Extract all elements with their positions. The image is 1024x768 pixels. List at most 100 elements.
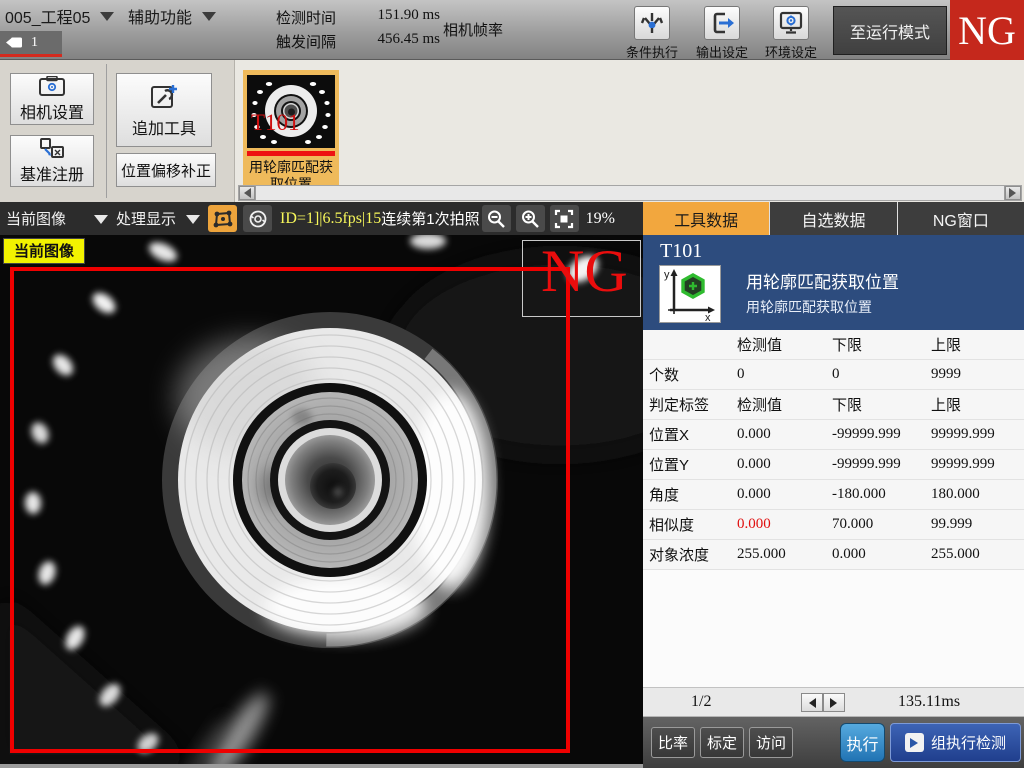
display-mode-select[interactable]: 处理显示 bbox=[116, 208, 176, 229]
tool-card-T101[interactable]: T101 用轮廓匹配获 取位置 bbox=[243, 70, 339, 186]
tool-setup-bar: 相机设置 基准注册 追加工具 位置偏移补正 bbox=[0, 60, 1024, 202]
detection-region-rect[interactable] bbox=[10, 267, 570, 753]
reference-register-label: 基准注册 bbox=[20, 161, 84, 185]
image-tag-label: 当前图像 bbox=[3, 238, 85, 264]
camera-tab-1[interactable]: 1 bbox=[0, 31, 62, 57]
trigger-interval-label: 触发间隔 bbox=[276, 31, 348, 52]
image-viewer[interactable]: 当前图像 NG bbox=[0, 235, 643, 764]
svg-text:x: x bbox=[705, 312, 711, 322]
prev-page-icon[interactable] bbox=[801, 693, 823, 712]
calibrate-button[interactable]: 标定 bbox=[700, 727, 744, 758]
page-indicator: 1/2 bbox=[691, 693, 711, 711]
status-badge: NG bbox=[950, 0, 1024, 60]
run-mode-button[interactable]: 至运行模式 bbox=[833, 6, 947, 55]
svg-text:y: y bbox=[664, 269, 670, 281]
program-menu-label: 005_工程05 bbox=[5, 4, 90, 28]
panel-footer: 比率 标定 访问 执行 组执行检测 bbox=[643, 717, 1024, 768]
tab-tool-data[interactable]: 工具数据 bbox=[643, 202, 769, 235]
access-button[interactable]: 访问 bbox=[749, 727, 793, 758]
top-bar: 005_工程05 辅助功能 1 检测时间 151.90 ms 触发间隔 456.… bbox=[0, 0, 1024, 60]
reference-register-icon bbox=[39, 138, 65, 158]
detect-time-value: 151.90 ms bbox=[348, 7, 440, 28]
tool-thumb-id: T101 bbox=[251, 110, 300, 136]
col-lower-limit: 下限 bbox=[832, 334, 931, 355]
trigger-interval-value: 456.45 ms bbox=[348, 31, 440, 52]
table-row: 相似度 0.000 70.000 99.999 bbox=[643, 510, 1024, 540]
tool-data-table: 检测值 下限 上限 个数 0 0 9999 判定标签 检测值 下限 上限 位置X… bbox=[643, 330, 1024, 570]
fit-screen-icon[interactable] bbox=[550, 205, 579, 232]
camera-gear-icon bbox=[39, 76, 65, 96]
video-camera-icon bbox=[6, 36, 26, 49]
table-row: 对象浓度 255.000 0.000 255.000 bbox=[643, 540, 1024, 570]
reference-register-button[interactable]: 基准注册 bbox=[10, 135, 94, 187]
capture-id-info: ID=1]|6.5fps|15 bbox=[280, 210, 381, 228]
group-execute-button[interactable]: 组执行检测 bbox=[890, 723, 1021, 762]
camera-settings-button[interactable]: 相机设置 bbox=[10, 73, 94, 125]
condition-execute-icon bbox=[634, 6, 670, 40]
add-tool-icon bbox=[149, 82, 179, 112]
add-tool-label: 追加工具 bbox=[132, 115, 196, 139]
continuous-capture-icon[interactable] bbox=[243, 205, 272, 232]
condition-execute-label: 条件执行 bbox=[624, 42, 680, 61]
ratio-button[interactable]: 比率 bbox=[651, 727, 695, 758]
viewer-bottom-strip bbox=[0, 764, 643, 768]
next-page-icon[interactable] bbox=[823, 693, 845, 712]
tool-title: 用轮廓匹配获取位置 bbox=[746, 268, 899, 293]
chevron-down-icon[interactable] bbox=[94, 215, 108, 231]
image-toolbar: 当前图像 处理显示 ID=1]|6.5fps|15 连续第1次拍照 bbox=[0, 202, 643, 235]
scrollbar-thumb[interactable] bbox=[255, 186, 1005, 200]
pagination-bar: 1/2 135.11ms bbox=[643, 687, 1024, 717]
add-tool-button[interactable]: 追加工具 bbox=[116, 73, 212, 147]
camera-settings-label: 相机设置 bbox=[20, 99, 84, 123]
output-settings-button[interactable]: 输出设定 bbox=[694, 6, 750, 61]
environment-settings-button[interactable]: 环境设定 bbox=[763, 6, 819, 61]
scroll-left-icon[interactable] bbox=[239, 186, 255, 200]
zoom-in-icon[interactable] bbox=[516, 205, 545, 232]
scroll-right-icon[interactable] bbox=[1005, 186, 1021, 200]
ng-overlay-text: NG bbox=[541, 235, 628, 307]
position-offset-button[interactable]: 位置偏移补正 bbox=[116, 153, 216, 187]
program-menu[interactable]: 005_工程05 bbox=[5, 4, 114, 28]
table-row: 判定标签 检测值 下限 上限 bbox=[643, 390, 1024, 420]
tool-header: T101 y x 用轮廓匹配获取位置 用轮廓匹配获取位置 bbox=[643, 235, 1024, 330]
camera-tab-label: 1 bbox=[31, 35, 38, 51]
group-execute-label: 组执行检测 bbox=[931, 732, 1006, 753]
tab-ng-window[interactable]: NG窗口 bbox=[897, 202, 1024, 235]
detect-time-label: 检测时间 bbox=[276, 7, 348, 28]
condition-execute-button[interactable]: 条件执行 bbox=[624, 6, 680, 61]
chevron-down-icon bbox=[202, 12, 216, 28]
col-detect-value: 检测值 bbox=[737, 334, 832, 355]
tab-custom-data[interactable]: 自选数据 bbox=[769, 202, 896, 235]
tool-subtitle: 用轮廓匹配获取位置 bbox=[746, 297, 872, 317]
position-offset-label: 位置偏移补正 bbox=[121, 160, 211, 181]
right-panel: 工具数据 自选数据 NG窗口 T101 y x 用轮廓匹配获取位置 用轮廓匹配获… bbox=[643, 202, 1024, 768]
table-header-row: 检测值 下限 上限 bbox=[643, 330, 1024, 360]
table-row: 角度 0.000 -180.000 180.000 bbox=[643, 480, 1024, 510]
table-row: 位置Y 0.000 -99999.999 99999.999 bbox=[643, 450, 1024, 480]
zoom-level: 19% bbox=[586, 210, 615, 228]
divider bbox=[106, 64, 107, 198]
col-upper-limit: 上限 bbox=[931, 334, 1024, 355]
tool-strip-scrollbar[interactable] bbox=[238, 185, 1022, 201]
chevron-down-icon[interactable] bbox=[186, 215, 200, 231]
vision-inspection-app: 005_工程05 辅助功能 1 检测时间 151.90 ms 触发间隔 456.… bbox=[0, 0, 1024, 768]
axes-hexagon-icon: y x bbox=[659, 265, 721, 323]
aux-menu[interactable]: 辅助功能 bbox=[128, 4, 216, 28]
similarity-value-ng: 0.000 bbox=[737, 516, 832, 533]
zoom-out-icon[interactable] bbox=[482, 205, 511, 232]
timing-stats: 检测时间 151.90 ms 触发间隔 456.45 ms bbox=[276, 7, 440, 52]
right-panel-tabs: 工具数据 自选数据 NG窗口 bbox=[643, 202, 1024, 235]
camera-fps-label: 相机帧率 bbox=[443, 19, 503, 40]
capture-mode-text: 连续第1次拍照 bbox=[381, 208, 479, 229]
execute-button[interactable]: 执行 bbox=[840, 723, 885, 762]
region-transform-icon[interactable] bbox=[208, 205, 237, 232]
tool-id: T101 bbox=[660, 240, 702, 263]
table-row: 个数 0 0 9999 bbox=[643, 360, 1024, 390]
tool-strip: T101 用轮廓匹配获 取位置 bbox=[234, 60, 1024, 202]
environment-settings-icon bbox=[773, 6, 809, 40]
image-source-select[interactable]: 当前图像 bbox=[6, 208, 66, 229]
output-settings-icon bbox=[704, 6, 740, 40]
execution-time: 135.11ms bbox=[898, 693, 960, 711]
output-settings-label: 输出设定 bbox=[694, 42, 750, 61]
tool-status-bar bbox=[247, 151, 335, 156]
